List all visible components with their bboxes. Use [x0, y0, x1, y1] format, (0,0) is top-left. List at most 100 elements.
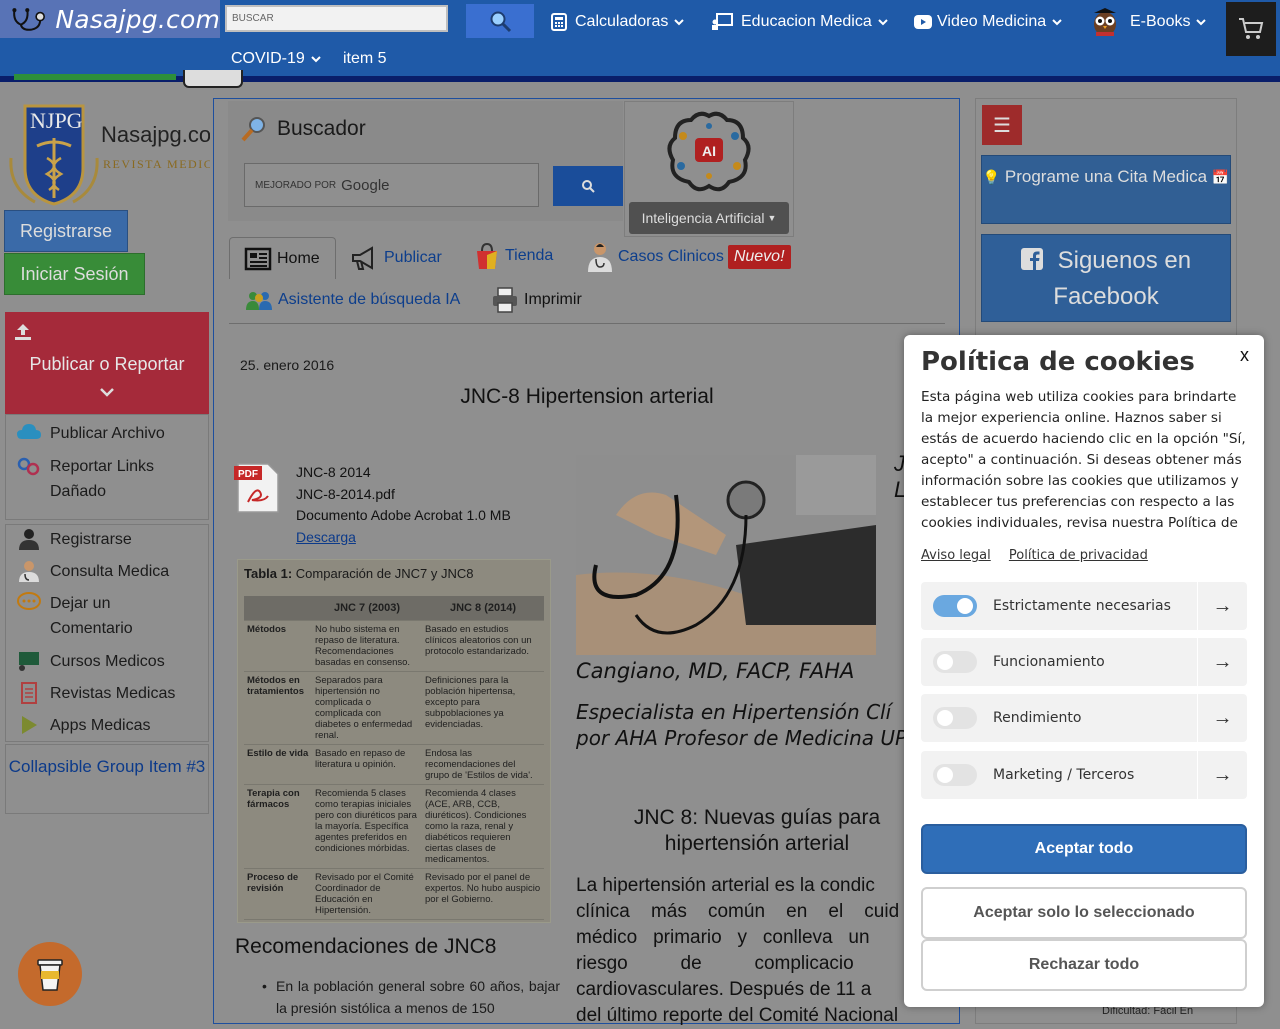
reject-all-button[interactable]: Rechazar todo	[921, 939, 1247, 991]
owl-icon	[1094, 8, 1116, 36]
consulta-medica-link[interactable]: Consulta Medica	[16, 559, 169, 584]
accept-selected-button[interactable]: Aceptar solo lo seleccionado	[921, 887, 1247, 939]
menu-button[interactable]: ☰	[982, 105, 1022, 145]
logo-text: Nasajpg.com	[55, 4, 220, 34]
tab-tienda[interactable]: Tienda	[473, 241, 553, 271]
register-button[interactable]: Registrarse	[4, 210, 128, 252]
section-body-line: La hipertensión arterial es la condic	[576, 875, 875, 896]
ai-badge-text: AI	[702, 143, 716, 159]
user-icon	[19, 529, 39, 550]
comentario-link[interactable]: Dejar un Comentario	[16, 591, 186, 641]
cursos-medicos-link[interactable]: Cursos Medicos	[16, 649, 165, 674]
collapsible-group-item[interactable]: Collapsible Group Item #3	[5, 744, 209, 814]
tab-home[interactable]: Home	[229, 237, 336, 279]
facebook-button[interactable]: Siguenos en Facebook	[981, 234, 1231, 322]
publicar-archivo-link[interactable]: Publicar Archivo	[16, 421, 165, 446]
section-body-line: clínica más común en el cuid	[576, 901, 900, 922]
doctor-specialty: Especialista en Hipertensión Clí por AHA…	[576, 699, 946, 751]
cookie-pref-toggle[interactable]	[933, 764, 977, 786]
pdf-file-icon: PDF	[234, 463, 279, 513]
cart-icon	[1239, 18, 1264, 39]
section-body-line: médico primario y conlleva un	[576, 927, 870, 948]
arrow-right-icon[interactable]: →	[1197, 582, 1247, 630]
tab-asistente-ia[interactable]: Asistente de búsqueda IA	[244, 289, 460, 311]
publicar-reportar-toggle[interactable]: Publicar o Reportar	[5, 312, 209, 414]
aviso-legal-link[interactable]: Aviso legal	[921, 548, 991, 563]
nav-item5-label: item 5	[343, 50, 387, 67]
pdf-download-link[interactable]: Descarga	[296, 529, 356, 545]
pdf-name: JNC-8 2014	[296, 464, 371, 480]
table-caption-text: Comparación de JNC7 y JNC8	[292, 566, 474, 581]
arrow-right-icon[interactable]: →	[1197, 638, 1247, 686]
play-store-icon	[22, 716, 37, 734]
arrow-right-icon[interactable]: →	[1197, 751, 1247, 799]
login-button[interactable]: Iniciar Sesión	[4, 253, 145, 295]
table-cell: Métodos en tratamientos	[247, 675, 305, 697]
cookie-pref-toggle[interactable]	[933, 595, 977, 617]
tab-publicar-label: Publicar	[384, 249, 442, 266]
blood-pressure-image	[576, 455, 876, 655]
site-logo[interactable]: Nasajpg.com	[0, 0, 220, 38]
caret-down-icon: ▼	[767, 213, 777, 223]
publicar-archivo-label: Publicar Archivo	[50, 425, 165, 442]
site-search-button[interactable]	[466, 4, 534, 38]
nav-covid[interactable]: COVID-19	[231, 47, 321, 71]
buscador-title: Buscador	[240, 115, 366, 143]
nav-educacion-medica[interactable]: Educacion Medica	[711, 10, 888, 34]
cookie-pref-row: Estrictamente necesarias →	[921, 582, 1247, 630]
reportar-links-link[interactable]: Reportar Links Dañado	[16, 454, 186, 504]
tab-tienda-label: Tienda	[505, 247, 554, 264]
tab-casos-label: Casos Clinicos	[618, 248, 724, 265]
quick-links-panel: Registrarse Consulta Medica Dejar un Com…	[5, 524, 209, 742]
tab-publicar[interactable]: Publicar	[350, 245, 442, 271]
registrarse-label: Registrarse	[50, 531, 132, 548]
privacy-policy-link[interactable]: Política de privacidad	[1009, 548, 1148, 563]
cursos-medicos-label: Cursos Medicos	[50, 653, 165, 670]
inteligencia-artificial-dropdown[interactable]: Inteligencia Artificial ▼	[629, 202, 789, 234]
chevron-down-icon	[674, 19, 685, 26]
post-date: 25. enero 2016	[240, 357, 335, 373]
recommendations-item: En la población general sobre 60 años, b…	[262, 976, 560, 1019]
table-header-row: JNC 7 (2003) JNC 8 (2014)	[244, 596, 544, 621]
main-content: Buscador MEJORADO POR Google AI Intelige…	[213, 98, 960, 1026]
table-cell: Recomienda 5 clases como terapias inicia…	[315, 788, 417, 854]
cookie-close-button[interactable]: x	[1240, 345, 1249, 366]
accept-all-button[interactable]: Aceptar todo	[921, 824, 1247, 874]
comparison-table-figure: Tabla 1: Comparación de JNC7 y JNC8 JNC …	[237, 559, 551, 923]
nav-calculadoras[interactable]: Calculadoras	[551, 10, 685, 34]
presentation-icon	[712, 13, 733, 30]
programar-cita-button[interactable]: 💡 Programe una Cita Medica 📅	[981, 155, 1231, 224]
cookie-consent-dialog: Política de cookies x Esta página web ut…	[904, 335, 1264, 1007]
megaphone-icon	[352, 246, 373, 270]
toggle-knob	[937, 767, 953, 783]
cookie-pref-label: Estrictamente necesarias	[993, 598, 1171, 614]
cookie-pref-label: Rendimiento	[993, 710, 1082, 726]
group-users-icon	[246, 292, 272, 310]
registrarse-link[interactable]: Registrarse	[16, 527, 132, 552]
buy-coffee-button[interactable]	[18, 942, 82, 1006]
google-search-input[interactable]: MEJORADO POR Google	[244, 163, 539, 207]
tab-imprimir[interactable]: Imprimir	[491, 286, 582, 314]
tab-home-label: Home	[277, 249, 320, 267]
njpg-logo[interactable]: NJPG Nasajpg.com REVISTA MEDICA	[5, 98, 229, 208]
nav-item5[interactable]: item 5	[343, 47, 387, 71]
revistas-medicas-link[interactable]: Revistas Medicas	[16, 681, 175, 706]
nav-ebooks[interactable]: E-Books	[1090, 8, 1207, 36]
cart-button[interactable]	[1226, 2, 1276, 56]
site-search-input[interactable]: BUSCAR	[225, 5, 448, 32]
table-header-cell: JNC 7 (2003)	[333, 602, 401, 614]
table-row: Métodos en tratamientos Separados para hi…	[244, 672, 544, 745]
google-search-button[interactable]	[553, 166, 623, 206]
pdf-icon-label: PDF	[238, 469, 258, 480]
table-cell: Recomienda 4 clases (ACE, ARB, CCB, diur…	[425, 788, 527, 865]
cookie-pref-toggle[interactable]	[933, 651, 977, 673]
section-title: JNC 8: Nuevas guías para hipertensión ar…	[633, 806, 881, 855]
tab-casos-clinicos[interactable]: Casos Clinicos Nuevo!	[586, 241, 791, 273]
revistas-medicas-label: Revistas Medicas	[50, 685, 176, 702]
doctor-icon	[588, 243, 612, 272]
cookie-pref-toggle[interactable]	[933, 707, 977, 729]
nav-video-medicina[interactable]: Video Medicina	[914, 10, 1062, 34]
apps-medicas-link[interactable]: Apps Medicas	[16, 713, 151, 738]
cloud-icon	[17, 424, 41, 439]
arrow-right-icon[interactable]: →	[1197, 694, 1247, 742]
